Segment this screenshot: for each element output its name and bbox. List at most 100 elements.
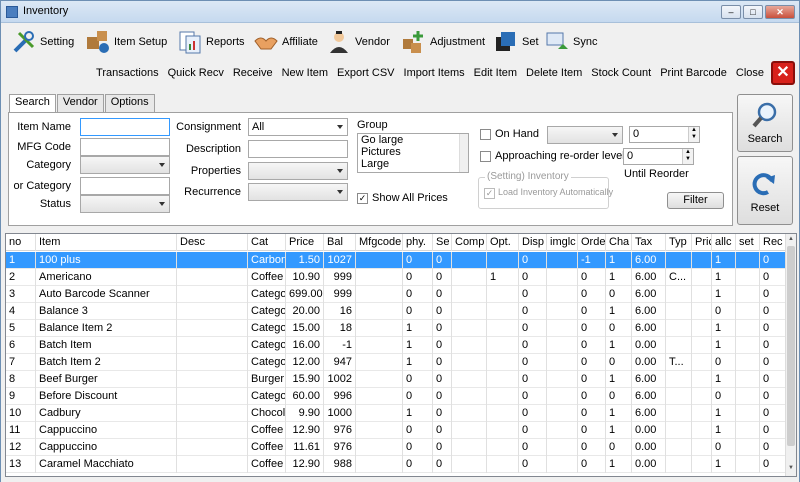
column-header[interactable]: Orde (578, 234, 606, 251)
column-header[interactable]: no (6, 234, 36, 251)
table-cell: 0 (403, 422, 433, 439)
column-header[interactable]: imglc (547, 234, 578, 251)
title-bar: Inventory – □ ✕ (1, 1, 799, 23)
status-dropdown[interactable] (80, 195, 170, 213)
adjustment-button[interactable]: Adjustment (401, 27, 485, 57)
group-listbox-scrollbar[interactable] (459, 134, 468, 172)
column-header[interactable]: Comp (452, 234, 487, 251)
column-header[interactable]: allc (712, 234, 736, 251)
tab-search[interactable]: Search (9, 94, 56, 113)
column-header[interactable]: Typ (666, 234, 692, 251)
table-cell: 0 (519, 456, 547, 473)
close-x-icon[interactable]: ✕ (771, 61, 795, 85)
item-name-input[interactable] (80, 118, 170, 136)
column-header[interactable]: Cat (248, 234, 286, 251)
mfg-code-input[interactable] (80, 138, 170, 156)
table-cell: 1000 (324, 405, 356, 422)
recurrence-dropdown[interactable] (248, 183, 348, 201)
column-header[interactable]: Tax (632, 234, 666, 251)
on-hand-operator-dropdown[interactable] (547, 126, 623, 144)
quick-recv-link[interactable]: Quick Recv (168, 67, 224, 79)
column-header[interactable]: Opt. (487, 234, 519, 251)
column-header[interactable]: Pric (692, 234, 712, 251)
filter-button[interactable]: Filter (667, 192, 724, 209)
table-row[interactable]: 5Balance Item 2Category15.0018100006.001… (6, 320, 786, 337)
sync-icon (546, 32, 568, 49)
column-header[interactable]: Bal (324, 234, 356, 251)
scroll-thumb[interactable] (787, 246, 795, 446)
table-row[interactable]: 2 Americano Coffee 10.90 999 0 0 1 0 0 1 6.00 C... 1 0 (6, 269, 786, 286)
properties-dropdown[interactable] (248, 162, 348, 180)
table-cell: 1 (606, 456, 632, 473)
column-header[interactable]: Mfgcode (356, 234, 403, 251)
reports-button[interactable]: Reports (177, 27, 245, 57)
approaching-reorder-checkbox[interactable] (480, 151, 491, 162)
group-listbox[interactable]: Go large Pictures Large (357, 133, 469, 173)
minimize-button[interactable]: – (721, 5, 741, 19)
table-row[interactable]: 7Batch Item 2Category12.00947100000.00T.… (6, 354, 786, 371)
affiliate-button[interactable]: Affiliate (253, 27, 318, 57)
stock-count-link[interactable]: Stock Count (591, 67, 651, 79)
table-row[interactable]: 8 Beef Burger Burger 15.90 1002 0 0 0 0 1 6.00 1 0 (6, 371, 786, 388)
column-header[interactable]: set (736, 234, 760, 251)
table-cell: 3 (6, 286, 36, 303)
consignment-dropdown[interactable]: All (248, 118, 348, 136)
on-hand-checkbox[interactable] (480, 129, 491, 140)
table-row[interactable]: 4Balance 3Category20.0016000016.0000 (6, 303, 786, 320)
scroll-down-icon[interactable]: ▼ (787, 465, 795, 473)
table-row[interactable]: 13 Caramel Macchiato Coffee 12.90 988 0 0 0 0 1 0.… (6, 456, 786, 473)
table-row[interactable]: 12 Cappuccino Coffee 11.61 976 0 0 0 0 0 0.00 0 0 (6, 439, 786, 456)
new-item-link[interactable]: New Item (282, 67, 328, 79)
column-header[interactable]: Se (433, 234, 452, 251)
setting-button[interactable]: Setting (11, 27, 74, 57)
search-button[interactable]: Search (737, 94, 793, 152)
table-row[interactable]: 3Auto Barcode ScannerCategory699.0099900… (6, 286, 786, 303)
table-cell: Beef Burger (36, 371, 177, 388)
table-row[interactable]: 6Batch ItemCategory16.00-1100010.0010 (6, 337, 786, 354)
column-header[interactable]: Cha (606, 234, 632, 251)
group-option[interactable]: Large (358, 158, 468, 170)
column-header[interactable]: Item (36, 234, 177, 251)
print-barcode-link[interactable]: Print Barcode (660, 67, 727, 79)
inventory-table[interactable]: no Item Desc Cat Price Bal Mfgcode phy. Se Comp Op… (5, 233, 797, 477)
table-row[interactable]: 11 Cappuccino Coffee 12.90 976 0 0 0 0 1 0.00 1 0 (6, 422, 786, 439)
vendor-button[interactable]: Vendor (326, 27, 390, 57)
category-dropdown[interactable] (80, 156, 170, 174)
column-header[interactable]: phy. (403, 234, 433, 251)
window-close-button[interactable]: ✕ (765, 5, 795, 19)
transactions-link[interactable]: Transactions (96, 67, 159, 79)
maximize-button[interactable]: □ (743, 5, 763, 19)
set-button[interactable]: Set (493, 27, 539, 57)
column-header[interactable]: Desc (177, 234, 248, 251)
on-hand-stepper[interactable]: 0 ▲ ▼ (629, 126, 700, 143)
reset-button[interactable]: Reset (737, 156, 793, 225)
table-row[interactable]: 1 100 plus Carbon 1.50 1027 0 0 0 -1 1 6.00 1 0 (6, 252, 786, 269)
tab-vendor[interactable]: Vendor (56, 94, 104, 112)
table-cell: 1 (606, 337, 632, 354)
item-setup-button[interactable]: Item Setup (85, 27, 167, 57)
description-input[interactable] (248, 140, 348, 158)
group-option[interactable]: Pictures (358, 146, 468, 158)
table-row[interactable]: 9Before DiscountCategory60.00996000006.0… (6, 388, 786, 405)
scroll-up-icon[interactable]: ▲ (787, 236, 795, 244)
edit-item-link[interactable]: Edit Item (474, 67, 517, 79)
show-all-prices-checkbox[interactable]: ✓ (357, 193, 368, 204)
import-items-link[interactable]: Import Items (404, 67, 465, 79)
group-option[interactable]: Go large (358, 134, 468, 146)
receive-link[interactable]: Receive (233, 67, 273, 79)
column-header[interactable]: Disp (519, 234, 547, 251)
sync-button[interactable]: Sync (544, 27, 597, 57)
stepper-arrows-icon[interactable]: ▲ ▼ (682, 149, 693, 164)
or-category-input[interactable] (80, 177, 170, 195)
column-header[interactable]: Price (286, 234, 324, 251)
table-row[interactable]: 10CadburyChocolate9.901000100016.0010 (6, 405, 786, 422)
delete-item-link[interactable]: Delete Item (526, 67, 582, 79)
column-header[interactable]: Rec (760, 234, 786, 251)
export-csv-link[interactable]: Export CSV (337, 67, 394, 79)
table-scrollbar[interactable]: ▲ ▼ (785, 234, 796, 476)
stepper-arrows-icon[interactable]: ▲ ▼ (688, 127, 699, 142)
reorder-level-stepper[interactable]: 0 ▲ ▼ (623, 148, 694, 165)
close-link[interactable]: Close (736, 67, 764, 79)
table-cell (356, 439, 403, 456)
tab-options[interactable]: Options (104, 94, 155, 112)
